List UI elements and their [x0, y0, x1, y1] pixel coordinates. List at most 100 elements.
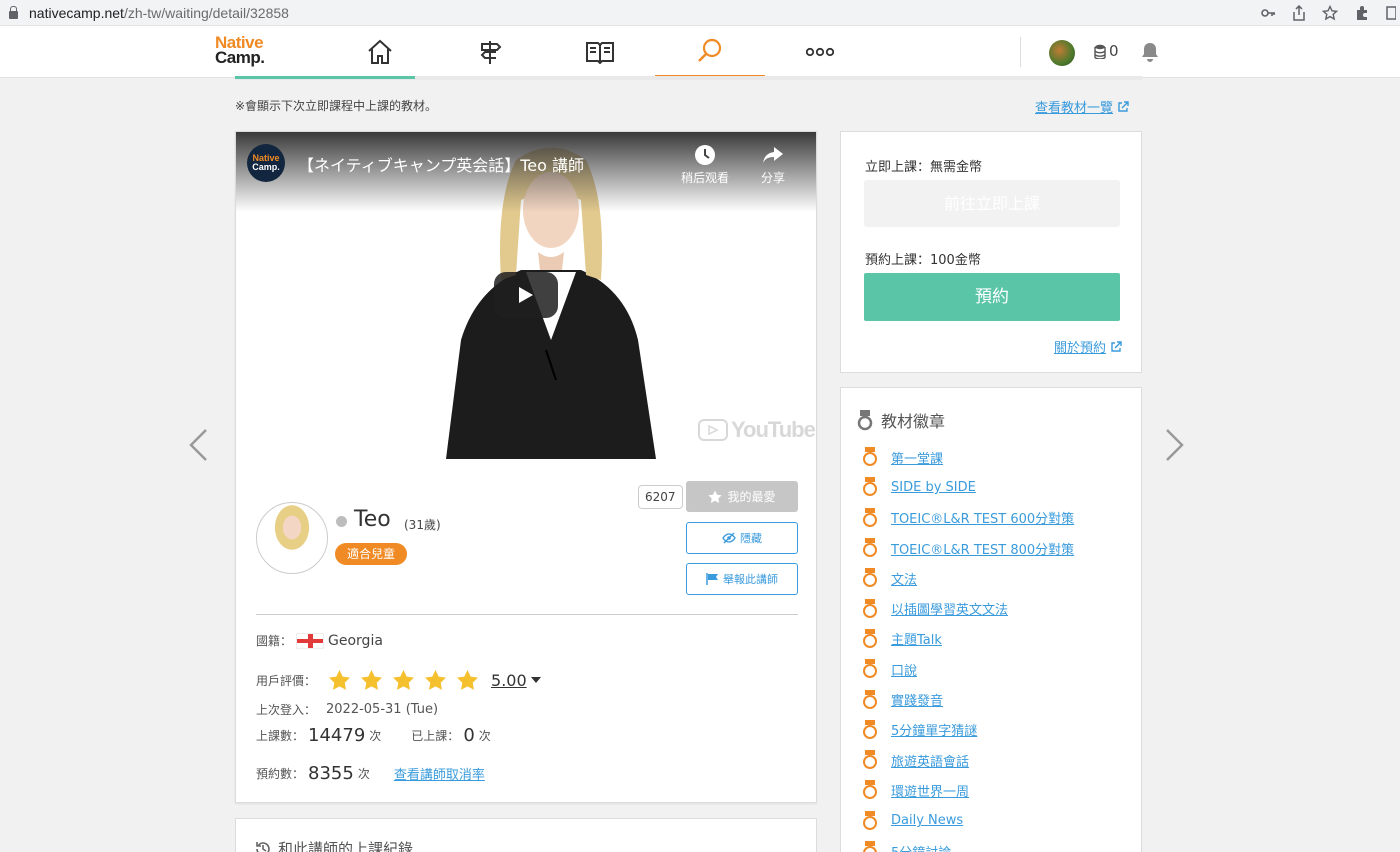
badge-item[interactable]: 第一堂課: [863, 442, 1074, 472]
youtube-logo[interactable]: YouTube: [698, 417, 816, 443]
bookmark-star-icon[interactable]: [1322, 5, 1338, 21]
badge-link[interactable]: 5分鐘單字猜謎: [891, 720, 977, 739]
badge-link[interactable]: Daily News: [891, 813, 963, 828]
badge-link[interactable]: TOEIC®L&R TEST 600分對策: [891, 508, 1074, 527]
last-login-label: 上次登入：: [256, 703, 317, 717]
medal-icon: [863, 628, 877, 649]
medal-icon: [863, 507, 877, 528]
badge-link[interactable]: 以插圖學習英文文法: [891, 599, 1008, 618]
badge-link[interactable]: 實踐發音: [891, 690, 943, 709]
share-page-icon[interactable]: [1292, 5, 1306, 21]
last-login-row: 上次登入： 2022-05-31 (Tue): [256, 701, 438, 718]
materials-note: ※會顯示下次立即課程中上課的教材。: [235, 99, 438, 113]
more-icon: [806, 47, 834, 57]
channel-avatar[interactable]: Native Camp.: [247, 144, 285, 182]
browser-address-bar[interactable]: nativecamp.net/zh-tw/waiting/detail/3285…: [0, 0, 1400, 26]
badge-link[interactable]: 第一堂課: [891, 448, 943, 467]
search-icon: [698, 38, 722, 62]
key-icon[interactable]: [1260, 5, 1276, 21]
badge-item[interactable]: TOEIC®L&R TEST 600分對策: [863, 503, 1074, 533]
user-avatar[interactable]: [1049, 40, 1075, 66]
last-login-value: 2022-05-31 (Tue): [326, 702, 439, 717]
coin-balance[interactable]: 0: [1094, 42, 1119, 60]
intro-video[interactable]: Native Camp. 【ネイティブキャンプ英会話】Teo 講師 稍后观看 分享…: [236, 132, 816, 459]
nationality-row: 國籍： Georgia: [256, 632, 383, 649]
watch-later-label: 稍后观看: [680, 171, 729, 185]
video-play-button[interactable]: [494, 272, 558, 318]
clock-icon: [695, 145, 715, 165]
about-reservation-link[interactable]: 關於預約: [1054, 337, 1122, 356]
badge-item[interactable]: 5分鐘討論: [863, 836, 1074, 852]
nav-materials[interactable]: [545, 26, 655, 78]
lesson-history-label: 和此講師的上課紀錄: [278, 840, 414, 852]
share-arrow-icon: [763, 147, 783, 163]
nativecamp-logo[interactable]: Native Camp.: [215, 34, 265, 67]
report-teacher-button[interactable]: 舉報此講師: [686, 563, 798, 595]
badge-item[interactable]: 主題Talk: [863, 624, 1074, 654]
badge-link[interactable]: 5分鐘討論: [891, 842, 951, 852]
badge-link[interactable]: 環遊世界一周: [891, 781, 969, 800]
nav-guide[interactable]: [435, 26, 545, 78]
reserve-button[interactable]: 預約: [864, 273, 1120, 321]
teacher-profile-photo: [256, 502, 328, 574]
medal-icon: [863, 477, 877, 497]
favorite-button[interactable]: 我的最愛: [686, 481, 798, 512]
bell-icon[interactable]: [1140, 41, 1160, 63]
nav-search[interactable]: [655, 26, 765, 78]
site-header: Native Camp. 0: [0, 26, 1400, 78]
url-host: nativecamp.net: [29, 4, 124, 21]
prev-teacher-arrow-icon[interactable]: [188, 428, 208, 462]
badge-item[interactable]: SIDE by SIDE: [863, 472, 1074, 502]
view-materials-link[interactable]: 查看教材一覽: [1035, 97, 1129, 116]
badge-item[interactable]: 口說: [863, 654, 1074, 684]
cancel-rate-link[interactable]: 查看講師取消率: [394, 764, 485, 783]
rating-value[interactable]: 5.00: [491, 671, 527, 690]
badge-link[interactable]: SIDE by SIDE: [891, 480, 976, 495]
badge-item[interactable]: 以插圖學習英文文法: [863, 593, 1074, 623]
external-link-icon: [1111, 340, 1122, 352]
lock-icon: [9, 5, 18, 19]
badge-link[interactable]: 主題Talk: [891, 629, 942, 648]
badge-item[interactable]: 文法: [863, 563, 1074, 593]
badge-item[interactable]: 旅遊英語會話: [863, 745, 1074, 775]
flag-icon: [706, 573, 718, 585]
coin-count: 0: [1109, 42, 1119, 60]
material-badges-label: 教材徽章: [881, 412, 946, 431]
reservation-count-row: 預約數： 8355 次 查看講師取消率: [256, 763, 485, 784]
signpost-icon: [480, 41, 502, 64]
extensions-icon[interactable]: [1354, 5, 1370, 21]
logo-line-2: Camp.: [215, 48, 265, 67]
video-title[interactable]: 【ネイティブキャンプ英会話】Teo 講師: [298, 152, 584, 176]
instant-lesson-button[interactable]: 前往立即上課: [864, 180, 1120, 227]
badge-item[interactable]: 5分鐘單字猜謎: [863, 715, 1074, 745]
material-badges-title: 教材徽章: [857, 408, 945, 432]
nav-home[interactable]: [325, 26, 435, 78]
taken-count-label: 已上課：: [411, 729, 460, 743]
rating-dropdown-icon[interactable]: [530, 677, 541, 683]
taken-count-value: 0: [463, 725, 475, 746]
rating-row: 用戶評價： 5.00: [256, 669, 541, 691]
rating-star-icon: [361, 670, 383, 690]
medal-icon: [863, 447, 877, 467]
badge-item[interactable]: 實踐發音: [863, 684, 1074, 714]
star-icon: [708, 490, 723, 503]
hide-teacher-button[interactable]: 隱藏: [686, 522, 798, 554]
badge-item[interactable]: Daily News: [863, 806, 1074, 836]
teacher-age: (31歲): [404, 518, 441, 532]
url-text[interactable]: nativecamp.net/zh-tw/waiting/detail/3285…: [29, 5, 289, 21]
nav-more[interactable]: [765, 26, 875, 78]
badge-link[interactable]: 旅遊英語會話: [891, 751, 969, 770]
youtube-play-icon: [698, 419, 728, 441]
next-teacher-arrow-icon[interactable]: [1165, 428, 1185, 462]
medal-icon: [857, 410, 873, 431]
side-panel-icon[interactable]: [1386, 5, 1396, 21]
badge-item[interactable]: 環遊世界一周: [863, 775, 1074, 805]
badge-link[interactable]: 文法: [891, 569, 917, 588]
badge-link[interactable]: TOEIC®L&R TEST 800分對策: [891, 539, 1074, 558]
badge-item[interactable]: TOEIC®L&R TEST 800分對策: [863, 533, 1074, 563]
watch-later-button[interactable]: 稍后观看: [675, 144, 735, 186]
booking-card: 立即上課：無需金幣 前往立即上課 預約上課：100金幣 預約 關於預約: [840, 131, 1142, 373]
medal-icon: [863, 568, 877, 588]
share-video-button[interactable]: 分享: [743, 144, 803, 186]
badge-link[interactable]: 口說: [891, 660, 917, 679]
